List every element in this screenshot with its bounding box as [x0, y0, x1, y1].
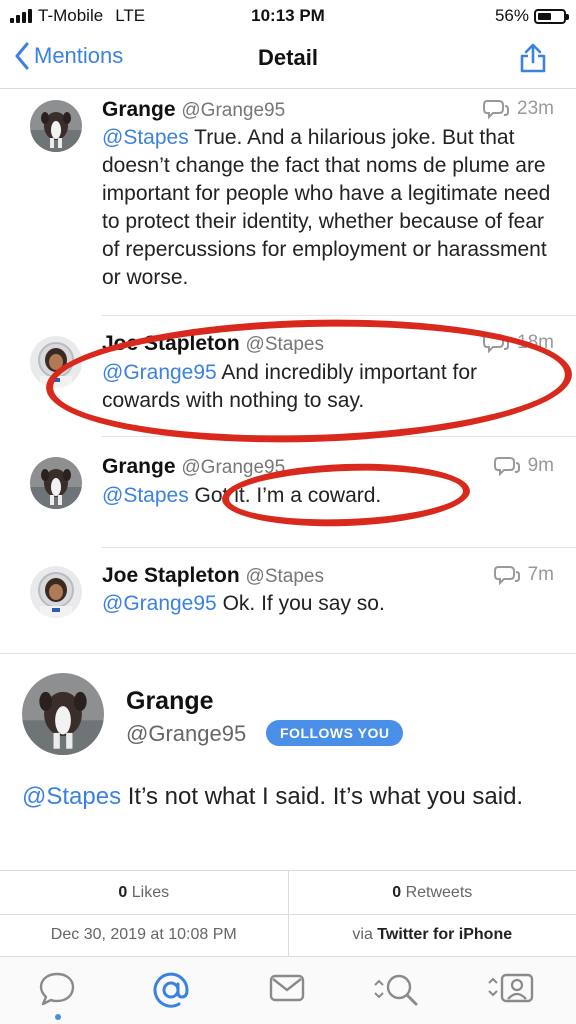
tab-search[interactable] — [372, 971, 422, 1014]
author-name: Grange — [102, 98, 176, 121]
mention-link[interactable]: @Stapes — [102, 126, 189, 149]
profile-icon — [488, 973, 534, 1003]
at-sign-icon — [153, 972, 189, 1008]
tweet-source[interactable]: via Twitter for iPhone — [289, 914, 576, 956]
tab-messages[interactable] — [268, 971, 306, 1010]
mention-link[interactable]: @Stapes — [22, 783, 121, 810]
avatar-dog-large[interactable] — [22, 673, 104, 755]
tweet-text: Ok. If you say so. — [216, 592, 385, 615]
tab-profile[interactable] — [486, 971, 536, 1012]
retweets-count[interactable]: 0 Retweets — [289, 871, 576, 914]
tweet-stats: 0 Likes 0 Retweets — [0, 870, 576, 915]
conversation-icon — [483, 100, 510, 120]
battery-icon — [534, 8, 569, 24]
author-handle: @Stapes — [245, 566, 324, 587]
likes-count[interactable]: 0 Likes — [0, 871, 289, 914]
page-title: Detail — [258, 45, 318, 70]
search-icon — [374, 974, 418, 1006]
tweet-text-container: @Stapes It’s not what I said. It’s what … — [22, 781, 552, 813]
tab-mentions[interactable] — [152, 971, 190, 1014]
tweet-text: It’s not what I said. It’s what you said… — [121, 783, 524, 810]
divider — [0, 653, 576, 654]
battery-percent: 56% — [494, 6, 529, 25]
reply-tweet[interactable]: Joe Stapleton @Stapes 7m @Grange95 Ok. I… — [0, 548, 576, 653]
author-name: Grange — [102, 455, 176, 478]
reply-tweet[interactable]: Grange @Grange95 23m @Stapes True. And a… — [0, 88, 576, 316]
share-button[interactable] — [518, 42, 548, 79]
conversation-icon — [493, 457, 520, 477]
avatar-dog[interactable] — [30, 457, 82, 509]
avatar-dog[interactable] — [30, 100, 82, 152]
envelope-icon — [269, 974, 305, 1002]
mention-link[interactable]: @Grange95 — [102, 592, 217, 615]
tab-bar — [0, 957, 576, 1024]
author-handle: @Grange95 — [181, 100, 286, 121]
tweet-time: 23m — [517, 98, 554, 119]
tab-timeline[interactable] — [38, 971, 76, 1012]
mention-link[interactable]: @Stapes — [102, 484, 189, 507]
clock: 10:13 PM — [251, 6, 325, 25]
tweet-time: 9m — [527, 455, 554, 476]
author-handle: @Grange95 — [126, 721, 247, 746]
tweet-timestamp: Dec 30, 2019 at 10:08 PM — [0, 914, 289, 956]
avatar-astronaut[interactable] — [30, 566, 82, 618]
navigation-bar: Mentions Detail — [0, 30, 576, 89]
author-name[interactable]: Grange — [126, 687, 214, 716]
author-name: Joe Stapleton — [102, 564, 240, 587]
unread-dot — [55, 1014, 61, 1020]
tweet-time: 7m — [527, 564, 554, 585]
tweet-text: True. And a hilarious joke. But that doe… — [102, 126, 551, 289]
share-icon — [520, 43, 546, 73]
conversation-icon — [493, 566, 520, 586]
chat-bubble-icon — [39, 972, 75, 1006]
status-bar: T-Mobile LTE 10:13 PM 56% — [0, 0, 576, 30]
tweet-info: Dec 30, 2019 at 10:08 PM via Twitter for… — [0, 914, 576, 957]
follows-you-badge: FOLLOWS YOU — [266, 720, 404, 746]
